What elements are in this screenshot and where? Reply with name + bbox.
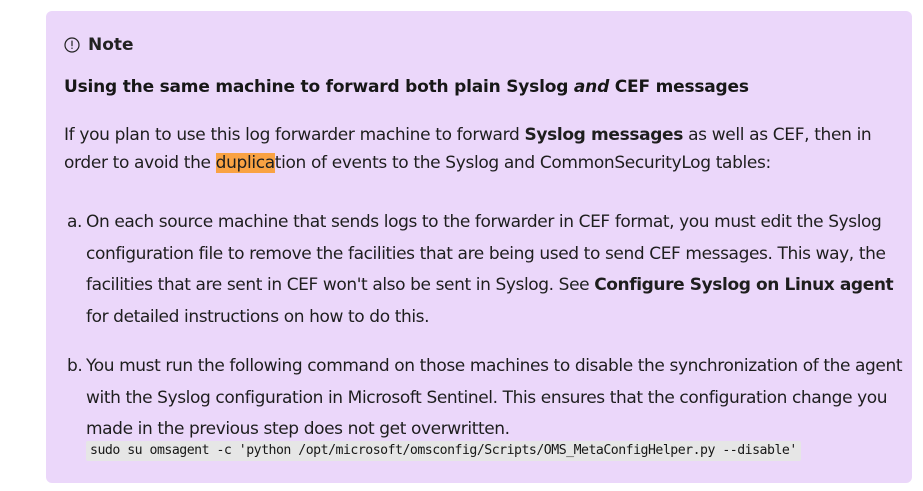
note-callout: Note Using the same machine to forward b… bbox=[46, 11, 912, 483]
paragraph-bold-syslog: Syslog messages bbox=[524, 125, 684, 145]
list-item-a-text: On each source machine that sends logs t… bbox=[86, 207, 904, 333]
paragraph-text-3: tion of events to the Syslog and CommonS… bbox=[274, 153, 771, 173]
note-title: Note bbox=[64, 33, 134, 57]
list-item-b-text: You must run the following command on th… bbox=[86, 356, 903, 439]
paragraph-text-1: If you plan to use this log forwarder ma… bbox=[64, 125, 525, 145]
list-marker-a: a. bbox=[67, 212, 83, 232]
heading-emphasis: and bbox=[573, 77, 610, 97]
list-marker-b: b. bbox=[67, 356, 83, 376]
note-label: Note bbox=[88, 35, 134, 55]
note-heading: Using the same machine to forward both p… bbox=[64, 77, 749, 97]
list-item-a: a. On each source machine that sends log… bbox=[64, 207, 904, 333]
list-item-a-text-end: for detailed instructions on how to do t… bbox=[86, 306, 430, 327]
search-highlight: duplica bbox=[215, 153, 275, 173]
heading-text-end: CEF messages bbox=[609, 77, 749, 97]
heading-text-start: Using the same machine to forward both p… bbox=[64, 77, 574, 97]
command-code[interactable]: sudo su omsagent -c 'python /opt/microso… bbox=[86, 441, 801, 461]
intro-paragraph: If you plan to use this log forwarder ma… bbox=[64, 121, 904, 177]
configure-syslog-link[interactable]: Configure Syslog on Linux agent bbox=[594, 275, 893, 295]
info-circle-icon bbox=[64, 37, 80, 53]
list-item-b: b. You must run the following command on… bbox=[64, 351, 904, 446]
